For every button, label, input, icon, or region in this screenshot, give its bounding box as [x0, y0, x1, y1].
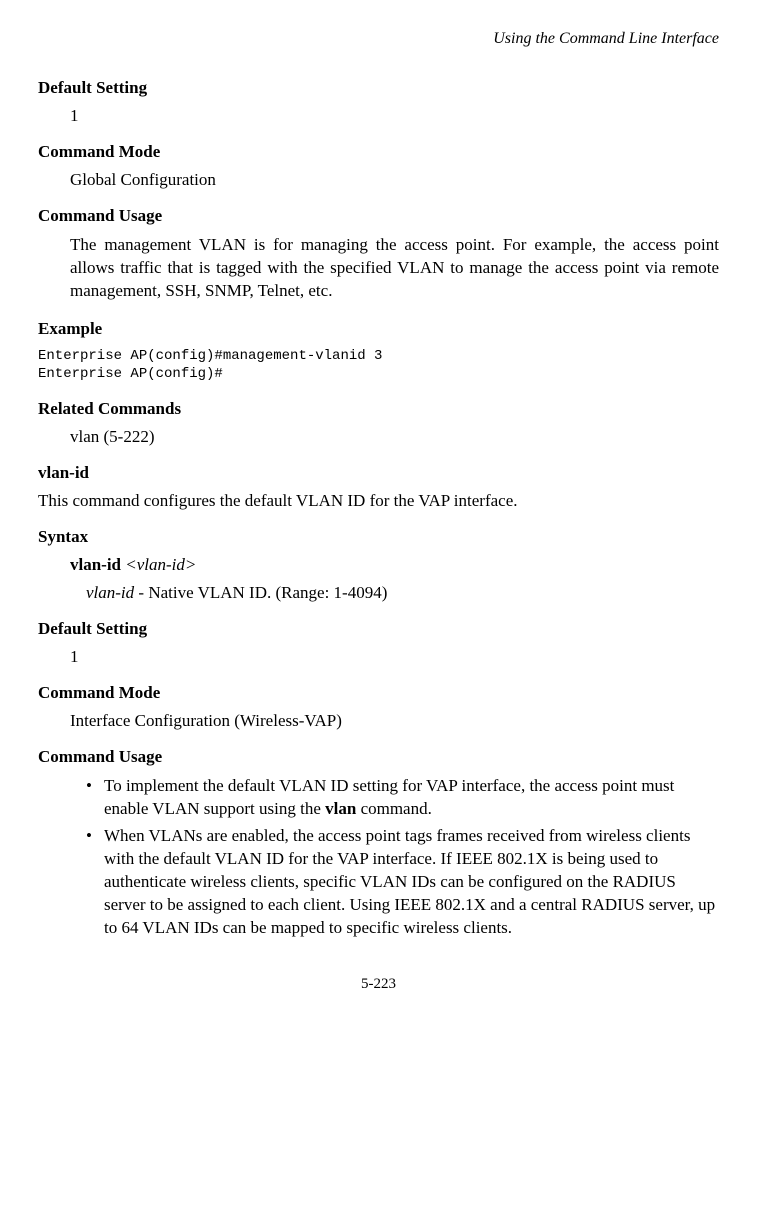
- bullet-2-text: When VLANs are enabled, the access point…: [104, 826, 715, 937]
- page-number: 5-223: [361, 976, 396, 992]
- bullet-1-bold: vlan: [325, 799, 356, 818]
- command-usage-2-list: To implement the default VLAN ID setting…: [86, 775, 719, 940]
- command-mode-2-value: Interface Configuration (Wireless-VAP): [70, 711, 719, 731]
- syntax-line: vlan-id <vlan-id>: [70, 555, 719, 575]
- example-code: Enterprise AP(config)#management-vlanid …: [38, 347, 719, 383]
- heading-default-setting-1: Default Setting: [38, 78, 719, 98]
- vlan-id-description: This command configures the default VLAN…: [38, 491, 719, 511]
- heading-related-commands: Related Commands: [38, 399, 719, 419]
- page-header: Using the Command Line Interface: [38, 30, 719, 48]
- header-title: Using the Command Line Interface: [493, 30, 719, 47]
- syntax-cmd-bold: vlan-id: [70, 555, 125, 574]
- syntax-cmd-arg: <vlan-id>: [125, 555, 196, 574]
- page-footer: 5-223: [38, 976, 719, 993]
- command-mode-1-value: Global Configuration: [70, 170, 719, 190]
- list-item: To implement the default VLAN ID setting…: [86, 775, 719, 821]
- heading-command-usage-2: Command Usage: [38, 747, 719, 767]
- default-setting-1-value: 1: [70, 106, 719, 126]
- heading-example: Example: [38, 319, 719, 339]
- document-page: Using the Command Line Interface Default…: [0, 0, 757, 1023]
- heading-syntax: Syntax: [38, 527, 719, 547]
- syntax-param-name: vlan-id: [86, 583, 134, 602]
- command-usage-1-text: The management VLAN is for managing the …: [70, 234, 719, 303]
- syntax-param-desc: - Native VLAN ID. (Range: 1-4094): [134, 583, 387, 602]
- syntax-param-line: vlan-id - Native VLAN ID. (Range: 1-4094…: [86, 583, 719, 603]
- heading-command-mode-1: Command Mode: [38, 142, 719, 162]
- heading-command-usage-1: Command Usage: [38, 206, 719, 226]
- default-setting-2-value: 1: [70, 647, 719, 667]
- heading-default-setting-2: Default Setting: [38, 619, 719, 639]
- list-item: When VLANs are enabled, the access point…: [86, 825, 719, 940]
- related-commands-value: vlan (5-222): [70, 427, 719, 447]
- bullet-1-text-b: command.: [356, 799, 432, 818]
- heading-command-mode-2: Command Mode: [38, 683, 719, 703]
- heading-vlan-id: vlan-id: [38, 463, 719, 483]
